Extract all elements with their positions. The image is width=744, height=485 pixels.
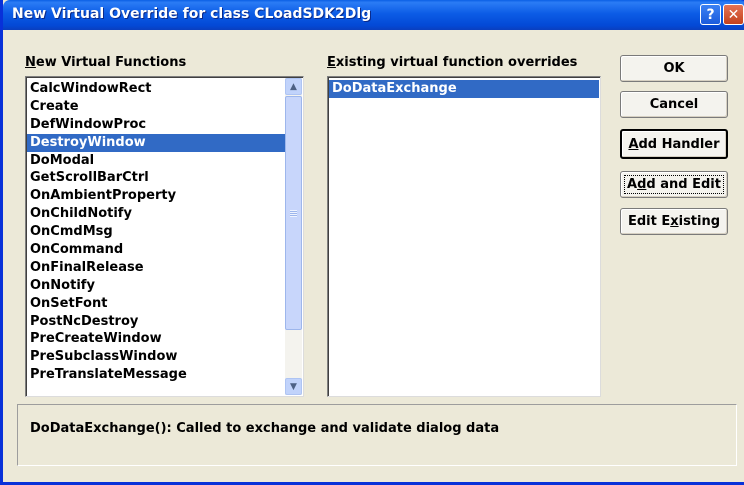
existing-overrides-label: Existing virtual function overrides	[327, 55, 578, 70]
left-list-item[interactable]: PreCreateWindow	[27, 330, 285, 348]
left-list-item[interactable]: GetScrollBarCtrl	[27, 169, 285, 187]
chevron-up-icon: ▲	[290, 81, 297, 92]
existing-overrides-list[interactable]: DoDataExchange	[327, 76, 601, 397]
add-and-edit-button[interactable]: Add and Edit	[620, 171, 728, 198]
add-handler-label: Add Handler	[628, 136, 720, 152]
help-icon: ?	[706, 6, 715, 23]
close-icon: ✕	[727, 6, 740, 23]
left-list-item[interactable]: PreTranslateMessage	[27, 366, 285, 384]
grip-icon	[290, 209, 297, 217]
left-list-item[interactable]: OnNotify	[27, 277, 285, 295]
scroll-up-button[interactable]: ▲	[285, 78, 302, 95]
right-list-item[interactable]: DoDataExchange	[329, 80, 599, 98]
new-virtual-functions-list[interactable]: CalcWindowRect Create DefWindowProc Destroy…	[25, 76, 304, 397]
edit-existing-button[interactable]: Edit Existing	[620, 208, 728, 235]
add-and-edit-label: Add and Edit	[627, 177, 721, 192]
edit-existing-label: Edit Existing	[627, 214, 721, 229]
close-button[interactable]: ✕	[723, 4, 744, 25]
left-list-item[interactable]: OnAmbientProperty	[27, 187, 285, 205]
cancel-button[interactable]: Cancel	[620, 91, 728, 118]
left-list-item[interactable]: OnCmdMsg	[27, 223, 285, 241]
left-list-item[interactable]: OnFinalRelease	[27, 259, 285, 277]
list-scrollbar[interactable]: ▲ ▼	[285, 78, 302, 395]
ok-label: OK	[663, 61, 685, 76]
left-list-item[interactable]: DoModal	[27, 152, 285, 170]
left-list-item[interactable]: PreSubclassWindow	[27, 348, 285, 366]
description-panel: DoDataExchange(): Called to exchange and…	[17, 404, 737, 466]
dialog-client-area: New Virtual Functions CalcWindowRect Crea…	[6, 30, 744, 482]
dialog-window: New Virtual Override for class CLoadSDK2…	[0, 0, 744, 485]
left-list-item[interactable]: DestroyWindow	[27, 133, 285, 152]
left-list-item[interactable]: PostNcDestroy	[27, 313, 285, 331]
scroll-down-button[interactable]: ▼	[285, 378, 302, 395]
add-handler-button[interactable]: Add Handler	[620, 129, 728, 159]
left-list-item[interactable]: OnSetFont	[27, 295, 285, 313]
left-list-item[interactable]: OnChildNotify	[27, 205, 285, 223]
window-title: New Virtual Override for class CLoadSDK2…	[12, 6, 372, 22]
left-list-item[interactable]: DefWindowProc	[27, 116, 285, 134]
left-list-item[interactable]: Create	[27, 98, 285, 116]
left-list-item[interactable]: OnCommand	[27, 241, 285, 259]
title-bar[interactable]: New Virtual Override for class CLoadSDK2…	[3, 0, 744, 30]
scroll-thumb[interactable]	[285, 96, 302, 330]
new-virtual-functions-label: New Virtual Functions	[25, 55, 187, 70]
help-button[interactable]: ?	[700, 4, 721, 25]
chevron-down-icon: ▼	[290, 381, 297, 392]
description-text: DoDataExchange(): Called to exchange and…	[30, 421, 500, 436]
cancel-label: Cancel	[649, 97, 699, 112]
left-list-item[interactable]: CalcWindowRect	[27, 80, 285, 98]
ok-button[interactable]: OK	[620, 55, 728, 82]
